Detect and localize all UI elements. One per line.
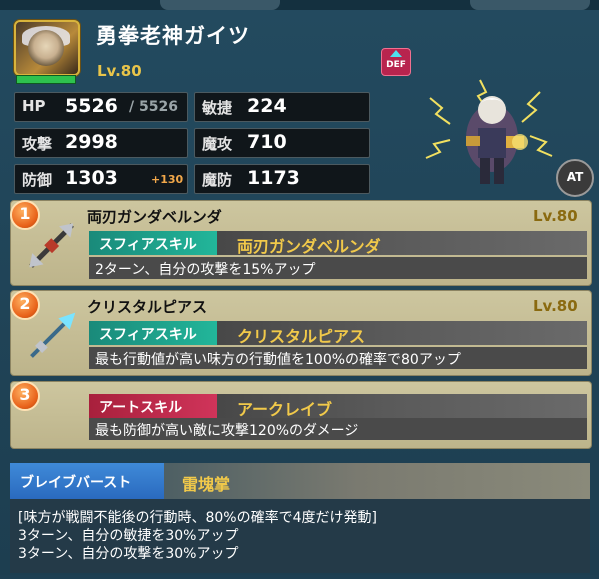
def-type-badge: DEF xyxy=(381,48,411,76)
skill-2-description: 最も行動値が高い味方の行動値を100%の確率で80アップ xyxy=(95,352,461,368)
hp-gauge xyxy=(16,75,76,84)
up-arrow-icon xyxy=(390,50,402,57)
stat-mag-label: 魔攻 xyxy=(202,135,233,153)
brave-burst-effect-2: 3ターン、自分の攻撃を30%アップ xyxy=(18,546,239,562)
brave-burst-section: ブレイブバースト 雷塊掌 [味方が戦闘不能後の行動時、80%の確率で4度だけ発動… xyxy=(10,463,590,573)
stat-res-label: 魔防 xyxy=(202,171,233,189)
skill-3-tag-row: アートスキル アークレイブ xyxy=(89,394,587,419)
skill-1-name: 両刃ガンダベルンダ xyxy=(237,237,381,256)
brave-burst-effect-1: 3ターン、自分の敏捷を30%アップ xyxy=(18,528,239,544)
stat-def-label: 防御 xyxy=(22,171,53,189)
skill-slot-2[interactable]: クリスタルピアス Lv.80 スフィアスキル クリスタルピアス 最も行動値が高い… xyxy=(10,290,592,376)
skill-3-number: 3 xyxy=(19,385,31,404)
skill-2-tag-row: スフィアスキル クリスタルピアス xyxy=(89,321,587,346)
skill-2-equip-name: クリスタルピアス xyxy=(87,298,208,316)
skill-slot-3[interactable]: アートスキル アークレイブ 最も防御が高い敵に攻撃120%のダメージ xyxy=(10,381,592,449)
stat-def-value: 1303 xyxy=(65,167,118,189)
skill-3-name: アークレイブ xyxy=(237,400,333,419)
skill-2-number-badge: 2 xyxy=(10,290,40,320)
unit-level: Lv.80 xyxy=(97,62,142,80)
stat-hp: HP 5526 / 5526 xyxy=(14,92,188,122)
skill-1-description-box: 2ターン、自分の攻撃を15%アップ xyxy=(89,257,587,279)
skill-1-tag-row: スフィアスキル 両刃ガンダベルンダ xyxy=(89,231,587,256)
skill-2-description-box: 最も行動値が高い味方の行動値を100%の確率で80アップ xyxy=(89,347,587,369)
skill-3-description: 最も防御が高い敵に攻撃120%のダメージ xyxy=(95,423,359,439)
portrait-face xyxy=(28,30,64,66)
skill-2-name: クリスタルピアス xyxy=(237,327,366,346)
skill-1-description: 2ターン、自分の攻撃を15%アップ xyxy=(95,262,316,278)
stat-atk-label: 攻撃 xyxy=(22,135,53,153)
stat-atk-value: 2998 xyxy=(65,131,118,153)
stat-res-value: 1173 xyxy=(247,167,300,189)
brave-burst-tag-label: ブレイブバースト xyxy=(20,475,132,491)
skill-2-tag-label: スフィアスキル xyxy=(99,327,197,343)
stat-hp-value: 5526 xyxy=(65,95,118,117)
tab-handle-left xyxy=(160,0,280,10)
unit-character-sprite xyxy=(425,79,553,184)
stat-atk: 攻撃 2998 xyxy=(14,128,188,158)
stat-agi-value: 224 xyxy=(247,95,287,117)
auto-toggle-label: AT xyxy=(566,170,584,184)
skill-2-level: Lv.80 xyxy=(533,297,578,315)
unit-portrait-avatar[interactable] xyxy=(14,20,80,76)
def-type-label: DEF xyxy=(386,60,406,70)
skill-1-tag: スフィアスキル xyxy=(89,231,217,255)
stat-def: 防御 1303 +130 xyxy=(14,164,188,194)
brave-burst-header: ブレイブバースト 雷塊掌 xyxy=(10,463,590,499)
skill-1-tag-label: スフィアスキル xyxy=(99,237,197,253)
stat-mag-value: 710 xyxy=(247,131,287,153)
stat-agi-label: 敏捷 xyxy=(202,99,233,117)
skill-2-number: 2 xyxy=(19,294,31,313)
skill-2-tag: スフィアスキル xyxy=(89,321,217,345)
skill-slot-1[interactable]: 両刃ガンダベルンダ Lv.80 スフィアスキル 両刃ガンダベルンダ 2ターン、自… xyxy=(10,200,592,286)
brave-burst-name: 雷塊掌 xyxy=(182,475,231,494)
tab-handle-right xyxy=(470,0,590,10)
brave-burst-tag: ブレイブバースト xyxy=(10,463,164,499)
skill-3-tag: アートスキル xyxy=(89,394,217,418)
skill-3-tag-label: アートスキル xyxy=(99,400,183,416)
stat-res: 魔防 1173 xyxy=(194,164,370,194)
skill-1-number-badge: 1 xyxy=(10,200,40,230)
stat-hp-max: / 5526 xyxy=(129,99,178,115)
skill-1-number: 1 xyxy=(19,204,31,223)
skill-1-level: Lv.80 xyxy=(533,207,578,225)
skill-3-description-box: 最も防御が高い敵に攻撃120%のダメージ xyxy=(89,418,587,440)
stat-agi: 敏捷 224 xyxy=(194,92,370,122)
stat-mag: 魔攻 710 xyxy=(194,128,370,158)
skill-1-equip-name: 両刃ガンダベルンダ xyxy=(87,208,222,226)
brave-burst-condition: [味方が戦闘不能後の行動時、80%の確率で4度だけ発動] xyxy=(18,510,377,526)
stat-def-bonus: +130 xyxy=(151,173,184,186)
auto-toggle-button[interactable]: AT xyxy=(556,159,594,197)
skill-3-number-badge: 3 xyxy=(10,381,40,411)
unit-name: 勇拳老神ガイツ xyxy=(96,24,250,48)
stat-hp-label: HP xyxy=(22,97,46,115)
